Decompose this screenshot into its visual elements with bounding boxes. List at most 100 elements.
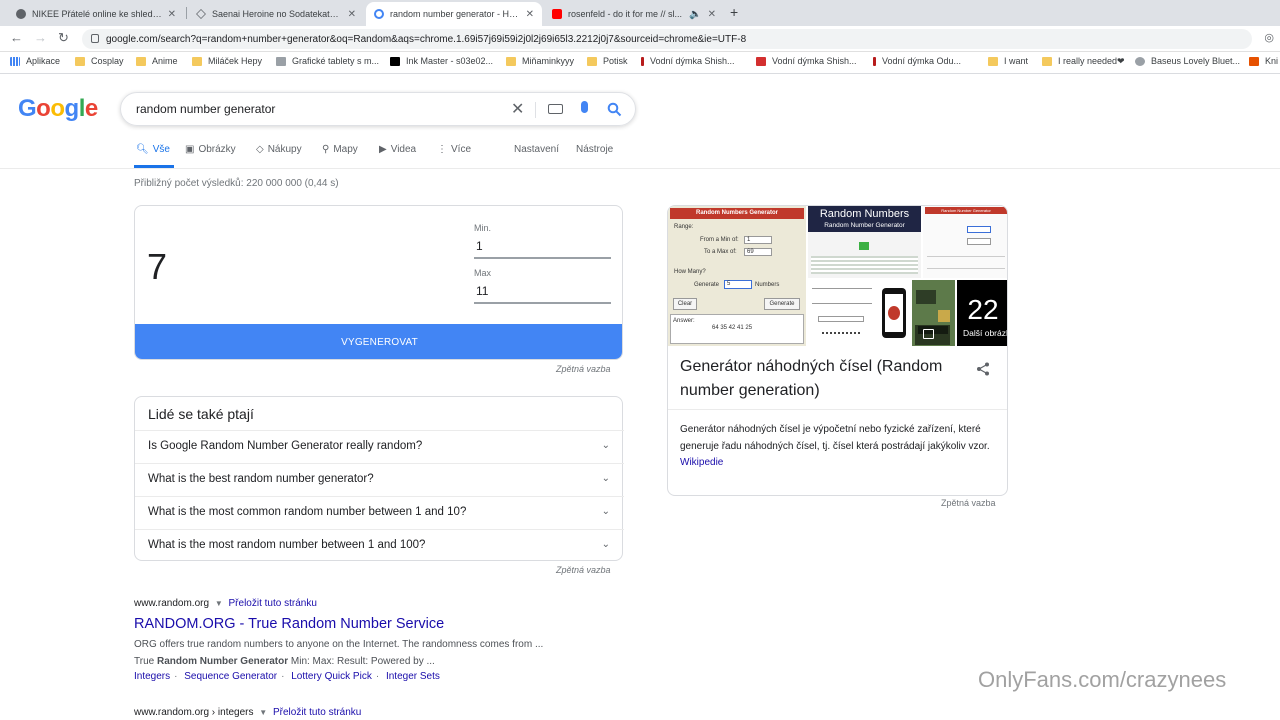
keyboard-icon[interactable] <box>548 104 563 114</box>
tab-videos[interactable]: ▶ Videa <box>379 144 416 155</box>
generate-button[interactable]: VYGENEROVAT <box>135 324 622 359</box>
tab-more[interactable]: ⋮ Více <box>437 144 471 155</box>
bookmark-label: Baseus Lovely Bluet... <box>1151 56 1241 66</box>
folder-icon <box>1042 57 1052 66</box>
sitelink[interactable]: Integer Sets <box>386 671 440 682</box>
feedback-link[interactable]: Zpětná vazba <box>556 364 611 374</box>
watermark-text: OnlyFans.com/crazynees <box>978 667 1227 692</box>
image-thumbnail[interactable]: Random Numbers Generator Range: From a M… <box>668 206 806 346</box>
google-g-icon <box>374 9 384 19</box>
image-thumbnail[interactable] <box>808 280 876 346</box>
close-icon[interactable]: ✕ <box>526 9 534 20</box>
bookmark-label: Potisk <box>603 56 628 66</box>
settings-link[interactable]: Nastavení <box>514 144 559 155</box>
max-label: Max <box>474 268 492 278</box>
bookmark-label: Kni <box>1265 56 1279 66</box>
image-thumbnail[interactable]: Random Numbers Random Number Generator <box>808 206 921 278</box>
search-icon[interactable] <box>607 102 622 117</box>
caret-down-icon[interactable]: ▼ <box>259 708 267 717</box>
sitelink[interactable]: Sequence Generator <box>184 671 277 682</box>
bookmark-milacek[interactable]: Miláček Hepy <box>192 56 262 66</box>
people-also-ask: Lidé se také ptají Is Google Random Numb… <box>134 396 624 562</box>
tab-title: NIKEE Přátelé online ke shlednutí <box>32 9 162 19</box>
bookmark-shisha-2[interactable]: Vodní dýmka Shish... <box>756 56 857 66</box>
close-icon[interactable]: ✕ <box>348 9 356 20</box>
tab-maps[interactable]: ⚲ Mapy <box>322 144 358 155</box>
result-title[interactable]: RANDOM.ORG - True Random Number Service <box>134 616 444 632</box>
thumb-text: Generate <box>694 282 720 288</box>
google-logo[interactable]: Google <box>18 95 98 123</box>
bookmark-label: I really needed❤ <box>1058 56 1125 66</box>
close-icon[interactable]: ✕ <box>708 9 716 20</box>
thumb-text: Range: <box>674 224 694 230</box>
address-url: google.com/search?q=random+number+genera… <box>106 33 747 45</box>
bookmark-tablety[interactable]: Grafické tablety s m... <box>276 56 379 66</box>
triangle-logo-icon <box>196 9 206 19</box>
image-thumbnail[interactable] <box>878 280 910 346</box>
bookmark-minaminkyyy[interactable]: Miňaminkyyy <box>506 56 574 66</box>
wikipedia-link[interactable]: Wikipedie <box>680 457 723 468</box>
bookmark-baseus[interactable]: Baseus Lovely Bluet... <box>1135 56 1240 66</box>
bookmark-apps[interactable]: Aplikace <box>10 56 60 66</box>
translate-link[interactable]: Přeložit tuto stránku <box>273 707 361 718</box>
bookmark-i-really-needed[interactable]: I really needed❤ <box>1042 56 1125 67</box>
folder-icon <box>136 56 146 66</box>
paa-question[interactable]: What is the most random number between 1… <box>135 529 624 562</box>
tab-label: Mapy <box>333 144 358 155</box>
tab-shopping[interactable]: ◇ Nákupy <box>256 144 302 155</box>
bookmark-anime[interactable]: Anime <box>136 56 178 66</box>
browser-tab-4[interactable]: rosenfeld - do it for me // sl... 🔈 ✕ <box>544 2 724 26</box>
share-icon[interactable] <box>976 362 990 376</box>
search-box[interactable]: random number generator ✕ <box>120 92 636 126</box>
translate-link[interactable]: Přeložit tuto stránku <box>229 598 317 609</box>
page-icon <box>276 56 286 66</box>
paa-question-text: What is the best random number generator… <box>148 473 374 485</box>
bookmark-ink-master[interactable]: Ink Master - s03e02... <box>390 56 493 66</box>
sitelink[interactable]: Lottery Quick Pick <box>291 671 372 682</box>
extension-icon[interactable]: ◎ <box>1264 31 1274 44</box>
active-tab-indicator <box>134 165 174 168</box>
bookmark-shisha-1[interactable]: Vodní dýmka Shish... <box>641 56 735 66</box>
paa-question[interactable]: Is Google Random Number Generator really… <box>135 430 624 463</box>
speaker-icon[interactable]: 🔈 <box>689 9 701 20</box>
chevron-down-icon: ⌄ <box>601 506 610 517</box>
max-input[interactable]: 11 <box>476 284 488 298</box>
thumb-text: Answer: <box>673 318 695 324</box>
browser-tab-1[interactable]: NIKEE Přátelé online ke shlednutí ✕ <box>8 2 184 26</box>
more-images-button[interactable]: 22 Další obrázky <box>957 280 1007 346</box>
generated-number: 7 <box>147 246 168 287</box>
feedback-link[interactable]: Zpětná vazba <box>941 498 996 508</box>
tab-all[interactable]: 🔍︎ Vše <box>136 144 170 155</box>
tab-title: random number generator - Hle... <box>390 9 520 19</box>
paa-question[interactable]: What is the best random number generator… <box>135 463 624 496</box>
microphone-icon[interactable] <box>581 101 588 113</box>
forward-arrow-icon[interactable]: → <box>34 30 47 45</box>
hookah-icon <box>641 56 644 66</box>
folder-icon <box>192 56 202 66</box>
browser-tab-3[interactable]: random number generator - Hle... ✕ <box>366 2 542 26</box>
caret-down-icon[interactable]: ▼ <box>215 599 223 608</box>
result-url[interactable]: www.random.org <box>134 598 209 609</box>
tools-link[interactable]: Nástroje <box>576 144 613 155</box>
bookmark-kni[interactable]: Kni <box>1249 56 1278 66</box>
new-tab-plus-icon[interactable]: + <box>730 4 738 20</box>
close-icon[interactable]: ✕ <box>168 9 176 20</box>
min-input[interactable]: 1 <box>476 239 483 253</box>
address-bar[interactable]: google.com/search?q=random+number+genera… <box>82 29 1252 49</box>
bookmark-potisk[interactable]: Potisk <box>587 56 628 66</box>
reload-icon[interactable]: ↻ <box>58 30 69 46</box>
image-thumbnail[interactable]: Random Number Generator <box>923 206 1007 278</box>
result-url[interactable]: www.random.org › integers <box>134 707 254 718</box>
search-input[interactable]: random number generator <box>136 102 275 116</box>
tab-images[interactable]: ▣ Obrázky <box>185 144 236 155</box>
browser-tab-2[interactable]: Saenai Heroine no Sodatekata (C... ✕ <box>188 2 364 26</box>
clear-icon[interactable]: ✕ <box>511 99 524 119</box>
thumb-header: Random Numbers Generator <box>670 208 804 219</box>
bookmark-cosplay[interactable]: Cosplay <box>75 56 124 66</box>
bookmark-shisha-3[interactable]: Vodní dýmka Odu... <box>873 56 961 66</box>
sitelink[interactable]: Integers <box>134 671 170 682</box>
back-arrow-icon[interactable]: ← <box>10 30 23 45</box>
feedback-link[interactable]: Zpětná vazba <box>556 565 611 575</box>
bookmark-i-want[interactable]: I want <box>988 56 1028 66</box>
paa-question[interactable]: What is the most common random number be… <box>135 496 624 529</box>
